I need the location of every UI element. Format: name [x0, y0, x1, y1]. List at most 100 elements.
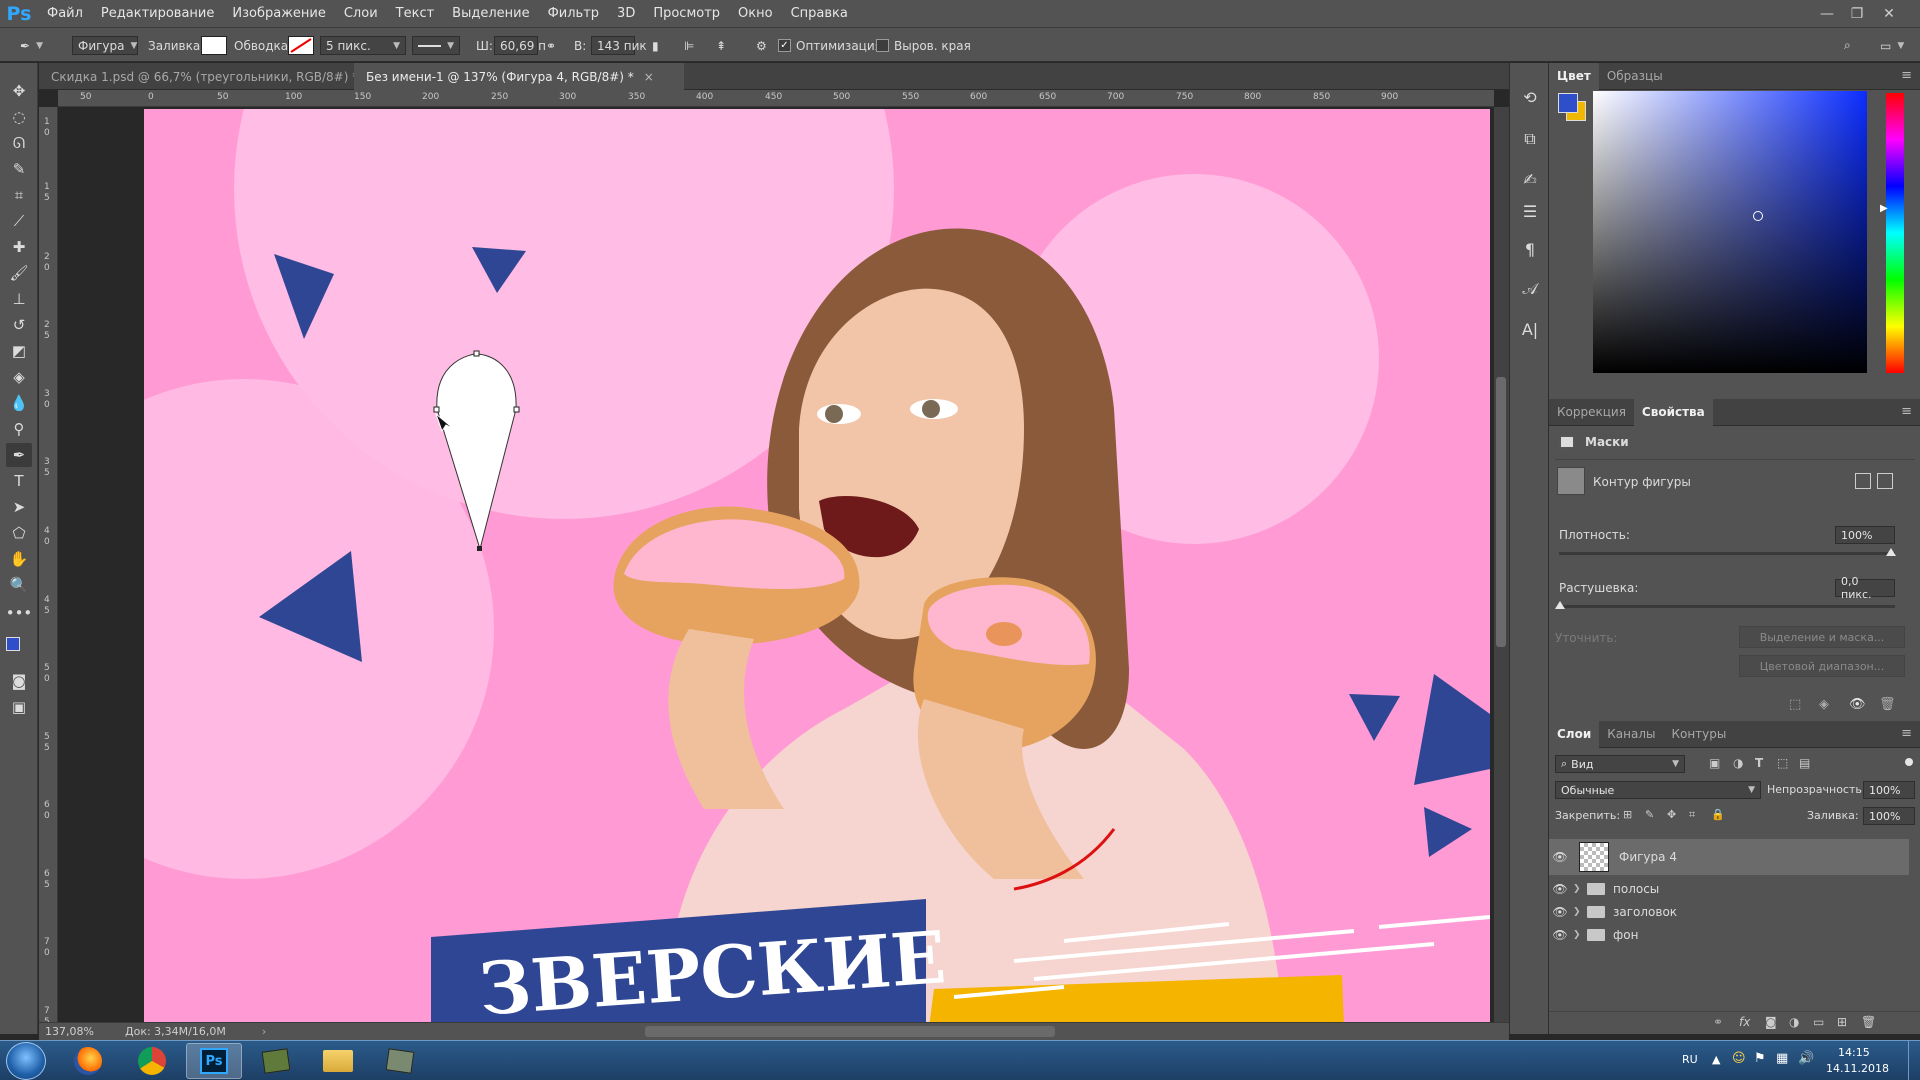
tab-doc-1[interactable]: Скидка 1.psd @ 66,7% (треугольники, RGB/… [39, 63, 378, 90]
fx-icon[interactable]: fx [1739, 1015, 1750, 1029]
width-input[interactable]: 60,69 п [494, 36, 546, 55]
lock-position-icon[interactable]: ✥ [1667, 808, 1676, 821]
show-desktop-button[interactable] [1908, 1041, 1920, 1080]
density-input[interactable]: 100% [1835, 526, 1895, 544]
move-tool-icon[interactable]: ✥ [6, 79, 32, 103]
menu-layers[interactable]: Слои [335, 0, 387, 28]
marquee-tool-icon[interactable]: ◌ [6, 105, 32, 129]
path-select-tool-icon[interactable]: ➤ [6, 495, 32, 519]
tab-doc-2[interactable]: Без имени-1 @ 137% (Фигура 4, RGB/8#) * × [354, 63, 684, 90]
tab-paths[interactable]: Контуры [1663, 721, 1734, 748]
feather-slider-knob[interactable] [1555, 601, 1565, 609]
path-operations-icon[interactable]: ▮ [652, 36, 659, 55]
hue-slider[interactable] [1886, 93, 1904, 373]
layer-row[interactable]: 👁 ❯ фон [1549, 923, 1909, 947]
visibility-eye-icon[interactable]: 👁 [1549, 905, 1571, 919]
color-range-button[interactable]: Цветовой диапазон... [1739, 655, 1905, 677]
close-window-button[interactable]: ✕ [1874, 0, 1904, 28]
chrome-icon[interactable] [124, 1043, 180, 1079]
history-panel-icon[interactable]: ⟲ [1518, 85, 1542, 109]
visibility-eye-icon[interactable]: 👁 [1549, 882, 1571, 896]
character-panel-icon[interactable]: 𝒜 [1518, 277, 1542, 301]
bucket-tool-icon[interactable]: ◈ [6, 365, 32, 389]
clock-date[interactable]: 14.11.2018 [1826, 1062, 1889, 1075]
network-icon[interactable]: ▦ [1776, 1051, 1788, 1066]
add-mask-icon[interactable]: ◙ [1765, 1015, 1777, 1029]
stroke-swatch[interactable] [288, 36, 314, 55]
adjustments-panel-icon[interactable]: ☰ [1518, 199, 1542, 223]
close-tab-icon[interactable]: × [644, 70, 654, 84]
link-icon[interactable]: ⚭ [546, 36, 556, 55]
restore-button[interactable]: ❐ [1842, 0, 1872, 28]
fill-input[interactable]: 100% [1863, 807, 1915, 825]
tab-adjustments[interactable]: Коррекция [1549, 399, 1634, 426]
menu-help[interactable]: Справка [782, 0, 857, 28]
filter-pixel-icon[interactable]: ▣ [1709, 756, 1720, 770]
chevron-right-icon[interactable]: ❯ [1573, 884, 1585, 894]
path-alignment-icon[interactable]: ⊫ [684, 36, 694, 55]
density-slider-knob[interactable] [1886, 548, 1896, 556]
pen-tool-icon[interactable]: ✒ [6, 443, 32, 467]
volume-icon[interactable]: 🔊 [1798, 1051, 1814, 1066]
blend-mode-select[interactable]: Обычные ▼ [1555, 781, 1761, 799]
app-icon[interactable] [372, 1043, 428, 1079]
brush-tool-icon[interactable]: 🖌 [6, 261, 32, 285]
brushes-panel-icon[interactable]: ✍ [1518, 167, 1542, 191]
add-mask-icon[interactable] [1855, 473, 1871, 489]
menu-window[interactable]: Окно [729, 0, 782, 28]
anchor-point[interactable] [477, 546, 482, 551]
lock-transparent-icon[interactable]: ⊞ [1623, 808, 1632, 821]
tab-properties[interactable]: Свойства [1633, 398, 1713, 426]
shape-tool-icon[interactable]: ⬠ [6, 521, 32, 545]
layer-name[interactable]: заголовок [1613, 905, 1677, 919]
language-indicator[interactable]: RU [1682, 1053, 1698, 1066]
lasso-tool-icon[interactable]: ᘏ [6, 131, 32, 155]
clone-source-icon[interactable]: ⧉ [1518, 127, 1542, 151]
action-center-flag-icon[interactable]: ⚑ [1754, 1051, 1766, 1066]
panel-menu-icon[interactable]: ≡ [1901, 404, 1912, 419]
visibility-eye-icon[interactable]: 👁 [1549, 928, 1571, 942]
panel-menu-icon[interactable]: ≡ [1901, 726, 1912, 741]
anchor-point[interactable] [513, 406, 520, 413]
chevron-right-icon[interactable]: ❯ [1573, 930, 1585, 940]
visibility-eye-icon[interactable]: 👁 [1549, 850, 1571, 864]
layer-name[interactable]: полосы [1613, 882, 1659, 896]
stroke-type-select[interactable]: ▼ [412, 36, 460, 55]
select-and-mask-button[interactable]: Выделение и маска... [1739, 626, 1905, 648]
stamp-tool-icon[interactable]: ⊥ [6, 287, 32, 311]
filter-toggle-icon[interactable] [1905, 758, 1913, 766]
panel-menu-icon[interactable]: ≡ [1901, 68, 1912, 83]
mask-thumbnail[interactable] [1557, 467, 1585, 495]
document-canvas[interactable]: ЗВЕРСКИЕ [144, 109, 1490, 1027]
menu-type[interactable]: Текст [387, 0, 444, 28]
workspace-icon[interactable]: ▭ ▼ [1880, 36, 1904, 55]
tab-swatches[interactable]: Образцы [1599, 63, 1671, 90]
menu-filter[interactable]: Фильтр [539, 0, 608, 28]
zoom-level[interactable]: 137,08% [45, 1025, 117, 1038]
density-slider[interactable] [1559, 552, 1895, 555]
menu-view[interactable]: Просмотр [644, 0, 729, 28]
tray-app-icon[interactable]: ☺ [1732, 1051, 1746, 1066]
chevron-right-icon[interactable]: ❯ [1573, 907, 1585, 917]
type-tool-icon[interactable]: T [6, 469, 32, 493]
layer-row[interactable]: 👁 ❯ полосы [1549, 877, 1909, 901]
height-input[interactable]: 143 пик [591, 36, 647, 55]
horizontal-scroll-thumb[interactable] [645, 1026, 1055, 1037]
visibility-eye-icon[interactable]: 👁 [1849, 697, 1866, 712]
vertical-scroll-thumb[interactable] [1496, 377, 1506, 647]
new-layer-icon[interactable]: ⊞ [1837, 1015, 1847, 1029]
eyedropper-tool-icon[interactable]: ⟋ [6, 209, 32, 233]
feather-slider[interactable] [1559, 605, 1895, 608]
path-arrangement-icon[interactable]: ⇞ [716, 36, 726, 55]
menu-file[interactable]: Файл [38, 0, 92, 28]
healing-tool-icon[interactable]: ✚ [6, 235, 32, 259]
load-selection-icon[interactable]: ⬚ [1789, 697, 1801, 712]
firefox-icon[interactable] [60, 1043, 116, 1079]
filter-adjustment-icon[interactable]: ◑ [1733, 756, 1743, 770]
layer-name[interactable]: фон [1613, 928, 1638, 942]
eraser-tool-icon[interactable]: ◩ [6, 339, 32, 363]
layer-row[interactable]: 👁 Фигура 4 [1549, 839, 1909, 875]
feather-input[interactable]: 0,0 пикс. [1835, 575, 1895, 601]
screen-mode-icon[interactable]: ▣ [6, 695, 32, 719]
layer-filter-select[interactable]: ⌕ Вид ▼ [1555, 755, 1685, 773]
